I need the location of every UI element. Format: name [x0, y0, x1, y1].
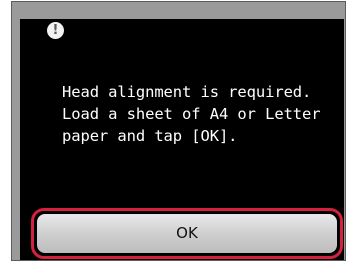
- message-line: Head alignment is required.: [62, 83, 312, 101]
- message-line: Load a sheet of A4 or Letter: [62, 105, 321, 123]
- message-line: paper and tap [OK].: [62, 127, 238, 145]
- exclamation-icon: !: [47, 22, 64, 39]
- ok-button[interactable]: OK: [37, 214, 337, 253]
- alert-message: Head alignment is required. Load a sheet…: [62, 81, 350, 147]
